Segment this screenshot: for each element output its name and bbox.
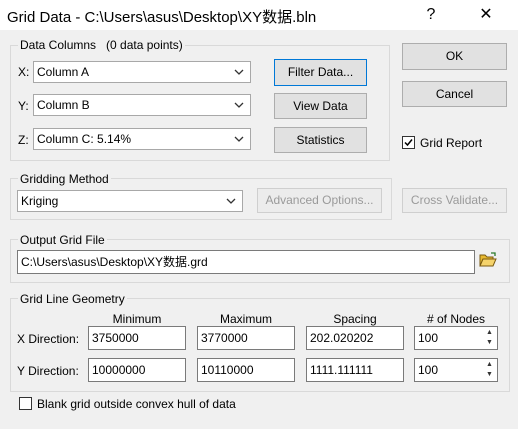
x-column-select[interactable]: Column A [33, 61, 251, 83]
x-direction-label: X Direction: [17, 332, 80, 346]
x-column-label: X: [18, 65, 30, 79]
open-folder-icon[interactable] [479, 252, 497, 270]
blank-grid-label: Blank grid outside convex hull of data [37, 397, 236, 411]
gridding-method-label: Gridding Method [18, 172, 111, 186]
z-column-select[interactable]: Column C: 5.14% [33, 128, 251, 150]
filter-data-button[interactable]: Filter Data... [274, 59, 367, 86]
z-column-label: Z: [18, 133, 29, 147]
y-minimum-input[interactable]: 10000000 [88, 358, 186, 382]
chevron-down-icon [234, 102, 244, 108]
ok-button[interactable]: OK [402, 43, 507, 70]
window-title: Grid Data - C:\Users\asus\Desktop\XY数据.b… [7, 9, 317, 26]
cancel-button[interactable]: Cancel [402, 81, 507, 107]
chevron-down-icon [234, 136, 244, 142]
output-grid-path-input[interactable]: C:\Users\asus\Desktop\XY数据.grd [17, 250, 475, 274]
output-grid-file-label: Output Grid File [18, 233, 107, 247]
grid-report-checkbox[interactable] [402, 136, 415, 149]
x-nodes-stepper[interactable]: 100 ▲ ▼ [414, 326, 498, 350]
x-spacing-input[interactable]: 202.020202 [306, 326, 404, 350]
checkmark-icon [404, 139, 413, 147]
x-maximum-input[interactable]: 3770000 [197, 326, 295, 350]
close-button[interactable]: ✕ [466, 0, 506, 30]
help-button[interactable]: ? [411, 0, 451, 30]
y-column-select[interactable]: Column B [33, 94, 251, 116]
maximum-column-header: Maximum [219, 312, 272, 326]
spin-up-icon[interactable]: ▲ [484, 360, 495, 370]
nodes-column-header: # of Nodes [426, 312, 486, 326]
grid-geometry-label: Grid Line Geometry [18, 292, 127, 306]
advanced-options-button[interactable]: Advanced Options... [257, 188, 382, 213]
spacing-column-header: Spacing [333, 312, 377, 326]
statistics-button[interactable]: Statistics [274, 127, 367, 153]
y-spacing-input[interactable]: 1111.111111 [306, 358, 404, 382]
view-data-button[interactable]: View Data [274, 93, 367, 119]
data-points-count: (0 data points) [106, 38, 183, 52]
y-nodes-stepper[interactable]: 100 ▲ ▼ [414, 358, 498, 382]
x-minimum-input[interactable]: 3750000 [88, 326, 186, 350]
chevron-down-icon [234, 69, 244, 75]
cross-validate-button[interactable]: Cross Validate... [402, 188, 507, 213]
grid-report-label: Grid Report [420, 136, 483, 150]
y-column-label: Y: [18, 99, 29, 113]
gridding-method-select[interactable]: Kriging [17, 190, 243, 212]
spin-up-icon[interactable]: ▲ [484, 328, 495, 338]
spin-down-icon[interactable]: ▼ [484, 338, 495, 348]
minimum-column-header: Minimum [112, 312, 162, 326]
blank-grid-checkbox[interactable] [19, 397, 32, 410]
chevron-down-icon [226, 198, 236, 204]
data-columns-label: Data Columns (0 data points) [18, 38, 185, 52]
spin-down-icon[interactable]: ▼ [484, 370, 495, 380]
y-direction-label: Y Direction: [17, 364, 79, 378]
y-maximum-input[interactable]: 10110000 [197, 358, 295, 382]
